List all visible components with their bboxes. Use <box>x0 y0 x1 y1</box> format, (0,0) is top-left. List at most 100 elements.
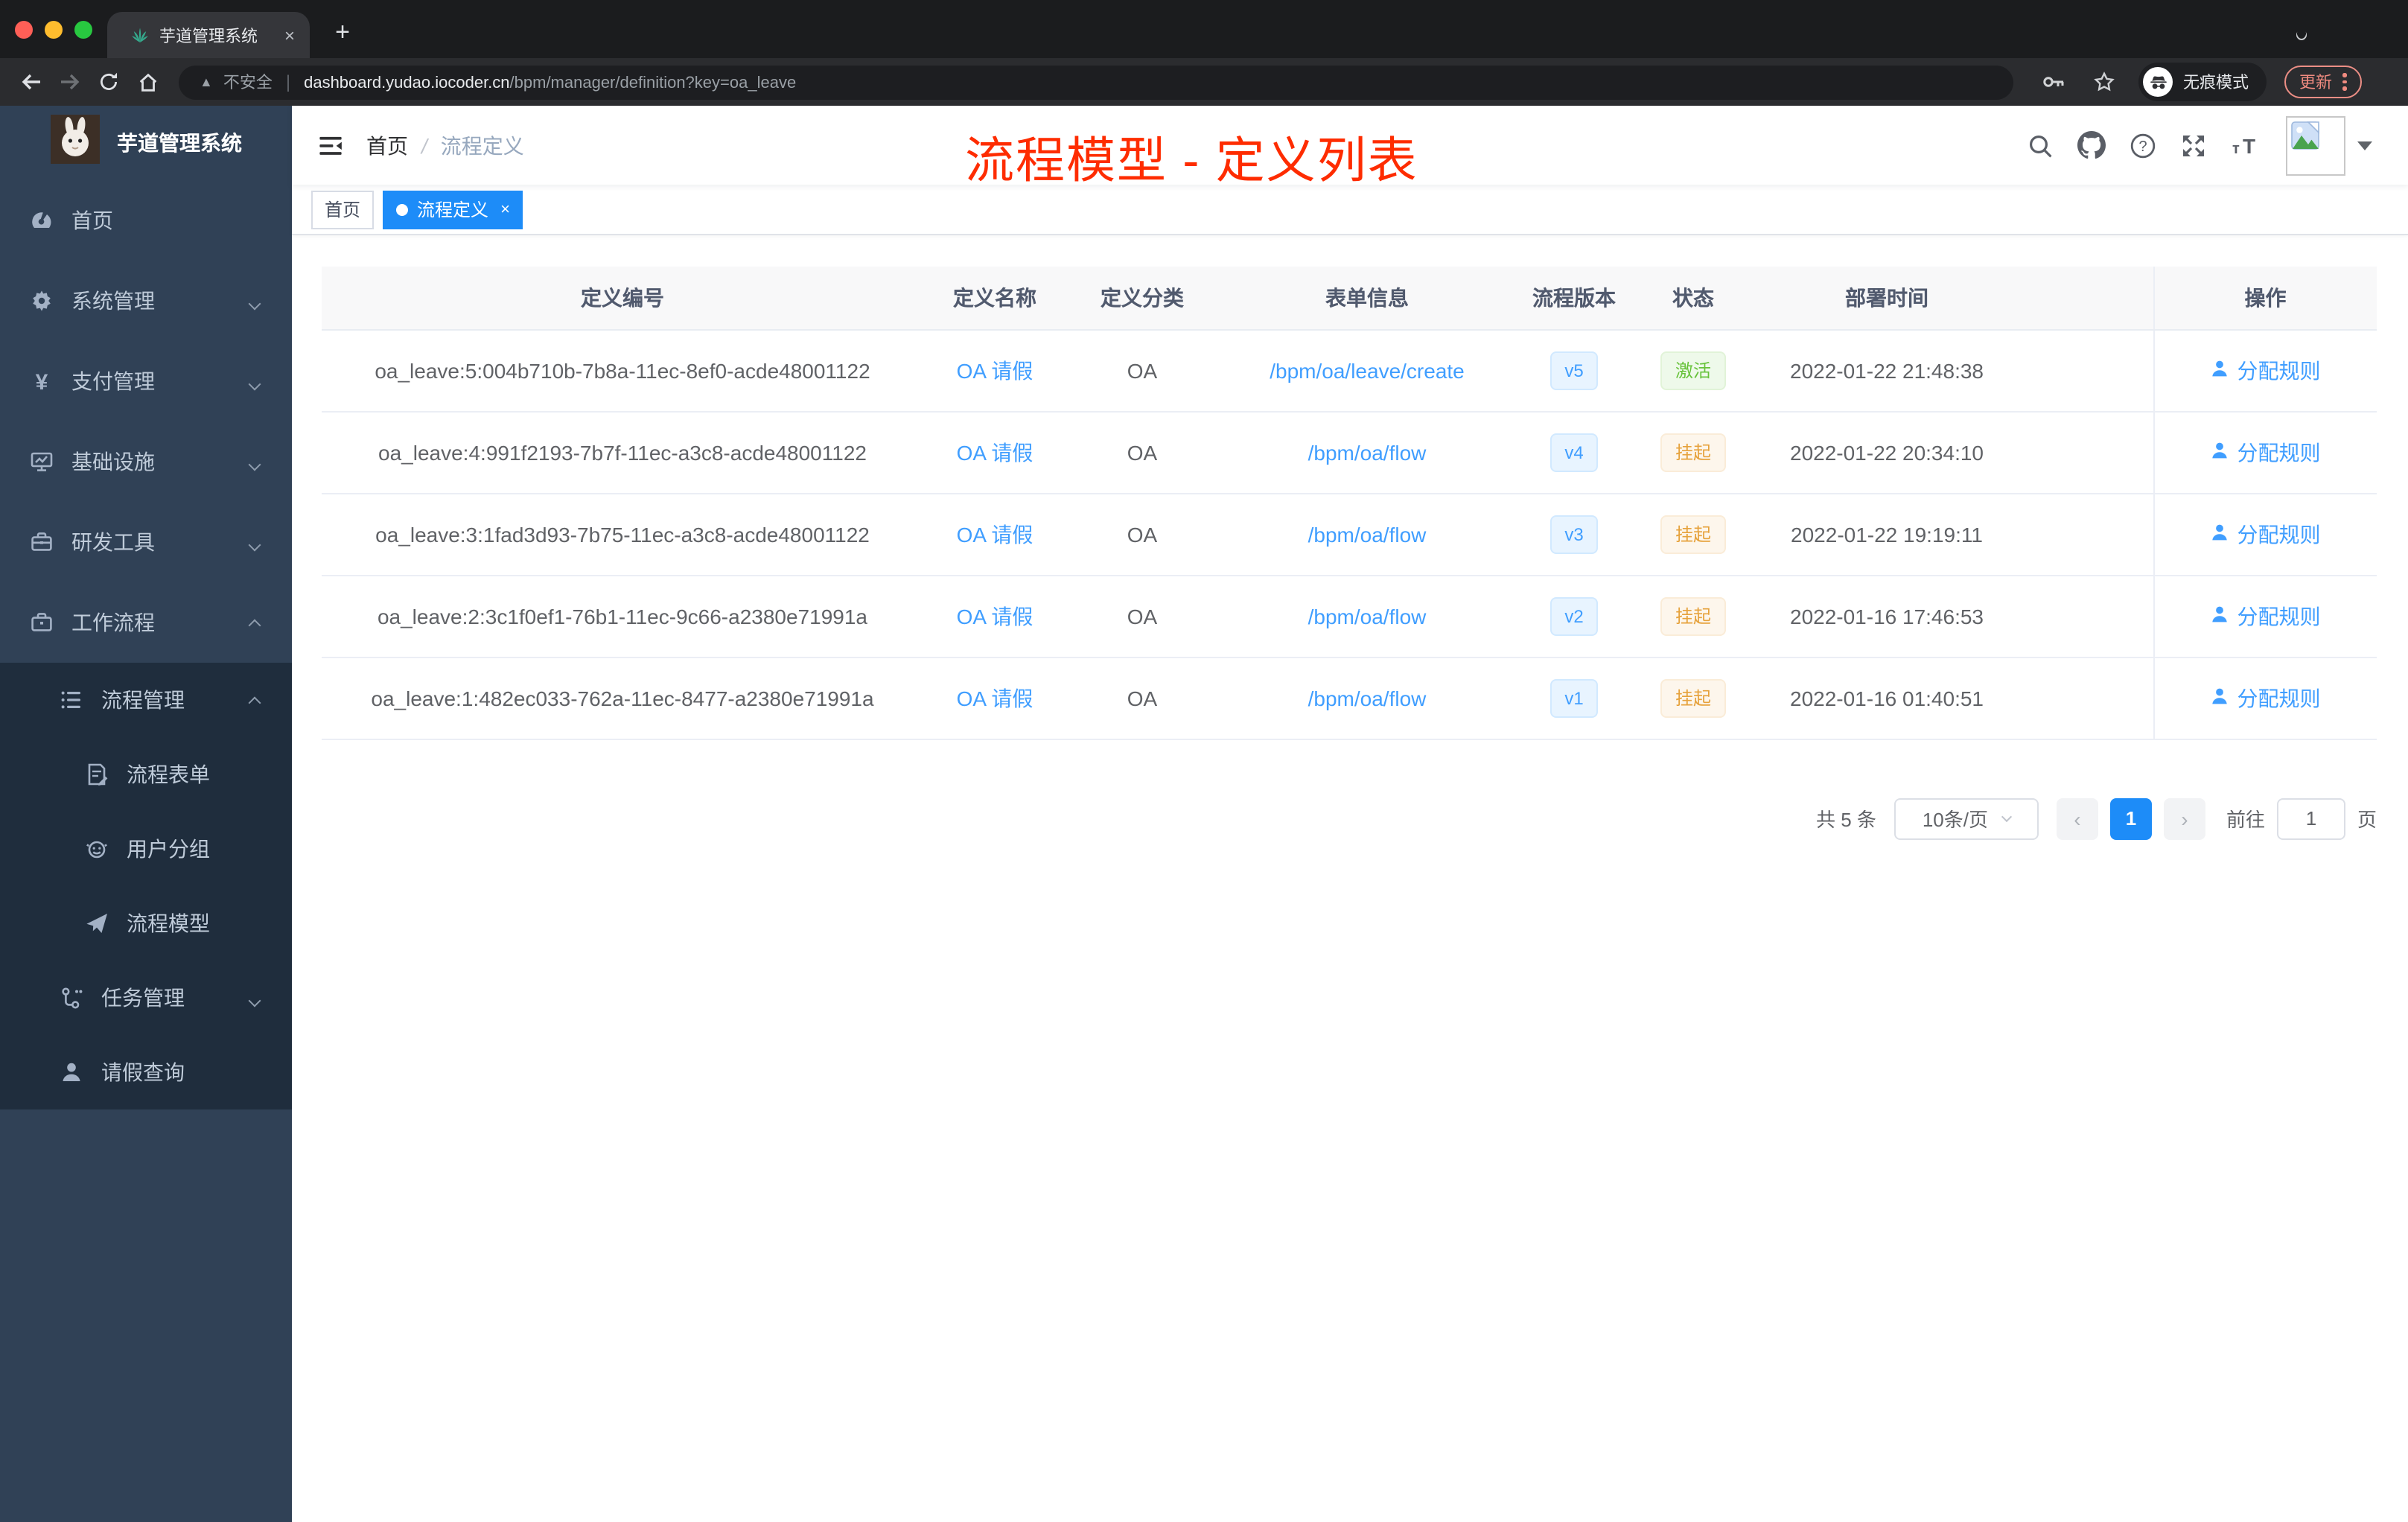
github-icon[interactable] <box>2077 131 2106 159</box>
form-info-link[interactable]: /bpm/oa/flow <box>1308 440 1427 464</box>
sidebar-item-11[interactable]: 请假查询 <box>0 1035 292 1109</box>
minimize-window-button[interactable] <box>45 21 63 39</box>
font-size-icon[interactable]: тT <box>2231 132 2262 159</box>
definition-name-link[interactable]: OA 请假 <box>957 522 1033 546</box>
sidebar-item-label: 支付管理 <box>71 369 155 393</box>
page-size-select[interactable]: 10条/页 <box>1893 797 2039 839</box>
url-separator: | <box>285 71 291 92</box>
browser-update-button[interactable]: 更新 <box>2284 66 2361 98</box>
forward-icon[interactable] <box>54 66 86 98</box>
user-icon <box>60 1060 83 1084</box>
status-tag: 挂起 <box>1660 433 1726 471</box>
form-info-link[interactable]: /bpm/oa/flow <box>1308 604 1427 628</box>
address-bar[interactable]: ▲ 不安全 | dashboard.yudao.iocoder.cn/bpm/m… <box>179 65 2013 99</box>
definition-id-cell: oa_leave:5:004b710b-7b8a-11ec-8ef0-acde4… <box>322 329 923 412</box>
svg-text:?: ? <box>2138 138 2147 154</box>
sidebar-item-2[interactable]: ¥ 支付管理 <box>0 341 292 421</box>
sidebar-logo[interactable]: 芋道管理系统 <box>0 106 292 180</box>
assign-rule-link[interactable]: 分配规则 <box>2237 437 2321 467</box>
form-info-cell: /bpm/oa/flow <box>1218 657 1516 739</box>
definition-name-link[interactable]: OA 请假 <box>957 686 1033 710</box>
window-controls <box>15 21 92 39</box>
tag-0[interactable]: 首页 <box>311 190 375 229</box>
status-tag: 挂起 <box>1660 515 1726 553</box>
category-cell: OA <box>1066 329 1218 412</box>
spacer-cell <box>2019 411 2153 494</box>
breadcrumb-separator: / <box>421 133 427 157</box>
annotation-text: 流程模型 - 定义列表 <box>965 133 1418 188</box>
sidebar-item-8[interactable]: 用户分组 <box>0 812 292 886</box>
gear-icon <box>30 289 54 313</box>
tag-1[interactable]: 流程定义 × <box>383 190 523 229</box>
sidebar-item-label: 请假查询 <box>101 1060 185 1084</box>
maximize-window-button[interactable] <box>74 21 92 39</box>
spacer-cell <box>2019 575 2153 657</box>
chevron-down-icon <box>248 289 261 313</box>
help-icon[interactable]: ? <box>2130 132 2156 159</box>
close-window-button[interactable] <box>15 21 33 39</box>
definition-name-link[interactable]: OA 请假 <box>957 358 1033 382</box>
sidebar-item-9[interactable]: 流程模型 <box>0 886 292 961</box>
monitor-icon <box>30 450 54 474</box>
search-icon[interactable] <box>2027 132 2054 159</box>
form-info-link[interactable]: /bpm/oa/flow <box>1308 522 1427 546</box>
assign-rule-link[interactable]: 分配规则 <box>2237 601 2321 631</box>
sidebar-item-5[interactable]: 工作流程 <box>0 582 292 663</box>
definition-id-cell: oa_leave:3:1fad3d93-7b75-11ec-a3c8-acde4… <box>322 493 923 576</box>
page-number-button[interactable]: 1 <box>2109 797 2152 839</box>
assign-rule-link[interactable]: 分配规则 <box>2237 683 2321 713</box>
sidebar-item-7[interactable]: 流程表单 <box>0 737 292 812</box>
form-info-cell: /bpm/oa/flow <box>1218 575 1516 657</box>
security-label[interactable]: 不安全 <box>223 70 273 94</box>
form-info-link[interactable]: /bpm/oa/flow <box>1308 686 1427 710</box>
goto-label: 前往 <box>2226 809 2265 831</box>
toolbox-icon <box>30 530 54 554</box>
sidebar-item-0[interactable]: 首页 <box>0 180 292 261</box>
version-tag: v5 <box>1549 351 1599 389</box>
bookmark-star-icon[interactable] <box>2088 66 2121 98</box>
browser-menu-icon[interactable] <box>2342 73 2346 91</box>
back-icon[interactable] <box>15 66 48 98</box>
new-tab-button[interactable]: + <box>325 15 360 51</box>
sidebar-item-10[interactable]: 任务管理 <box>0 961 292 1035</box>
version-cell: v4 <box>1516 411 1632 494</box>
sidebar-item-1[interactable]: 系统管理 <box>0 261 292 341</box>
table-row-1: oa_leave:4:991f2193-7b7f-11ec-a3c8-acde4… <box>322 411 2377 494</box>
definition-name-link[interactable]: OA 请假 <box>957 604 1033 628</box>
sidebar: 芋道管理系统 首页 系统管理 ¥ 支付管理基础设施 研发工具 工作流程 流程管理 流程表单 用户… <box>0 106 292 1522</box>
tag-close-icon[interactable]: × <box>500 200 510 218</box>
goto-page-input[interactable] <box>2276 797 2345 839</box>
version-cell: v5 <box>1516 329 1632 412</box>
tab-close-icon[interactable]: × <box>281 25 298 45</box>
svg-text:¥: ¥ <box>36 370 48 393</box>
sidebar-item-4[interactable]: 研发工具 <box>0 502 292 582</box>
definition-id-cell: oa_leave:4:991f2193-7b7f-11ec-a3c8-acde4… <box>322 411 923 494</box>
user-avatar-broken-image[interactable] <box>2286 115 2345 175</box>
url-domain: dashboard.yudao.iocoder.cn <box>304 74 510 92</box>
app-title: 芋道管理系统 <box>117 131 242 155</box>
tab-search-icon[interactable] <box>2294 21 2310 42</box>
fullscreen-icon[interactable] <box>2180 132 2207 159</box>
leaf-favicon-icon <box>131 26 149 44</box>
breadcrumb-home[interactable]: 首页 <box>366 130 408 160</box>
reload-icon[interactable] <box>92 66 125 98</box>
status-tag: 挂起 <box>1660 596 1726 635</box>
home-icon[interactable] <box>131 66 164 98</box>
assign-person-icon <box>2211 686 2230 710</box>
assign-person-icon <box>2211 440 2230 464</box>
collapse-sidebar-icon[interactable] <box>292 106 366 185</box>
key-icon[interactable] <box>2037 66 2070 98</box>
url-path: /bpm/manager/definition?key=oa_leave <box>509 74 797 92</box>
definition-name-link[interactable]: OA 请假 <box>957 440 1033 464</box>
prev-page-button[interactable]: ‹ <box>2056 797 2098 839</box>
next-page-button[interactable]: › <box>2163 797 2205 839</box>
browser-tab[interactable]: 芋道管理系统 × <box>107 12 310 58</box>
sidebar-item-3[interactable]: 基础设施 <box>0 421 292 502</box>
form-info-link[interactable]: /bpm/oa/leave/create <box>1270 358 1465 382</box>
avatar-dropdown-icon[interactable] <box>2357 141 2372 150</box>
yen-icon: ¥ <box>30 369 54 393</box>
assign-rule-link[interactable]: 分配规则 <box>2237 355 2321 385</box>
sidebar-item-6[interactable]: 流程管理 <box>0 663 292 737</box>
pagination: 共 5 条 10条/页 ‹ 1 › 前往 页 <box>322 797 2377 839</box>
assign-rule-link[interactable]: 分配规则 <box>2237 519 2321 549</box>
